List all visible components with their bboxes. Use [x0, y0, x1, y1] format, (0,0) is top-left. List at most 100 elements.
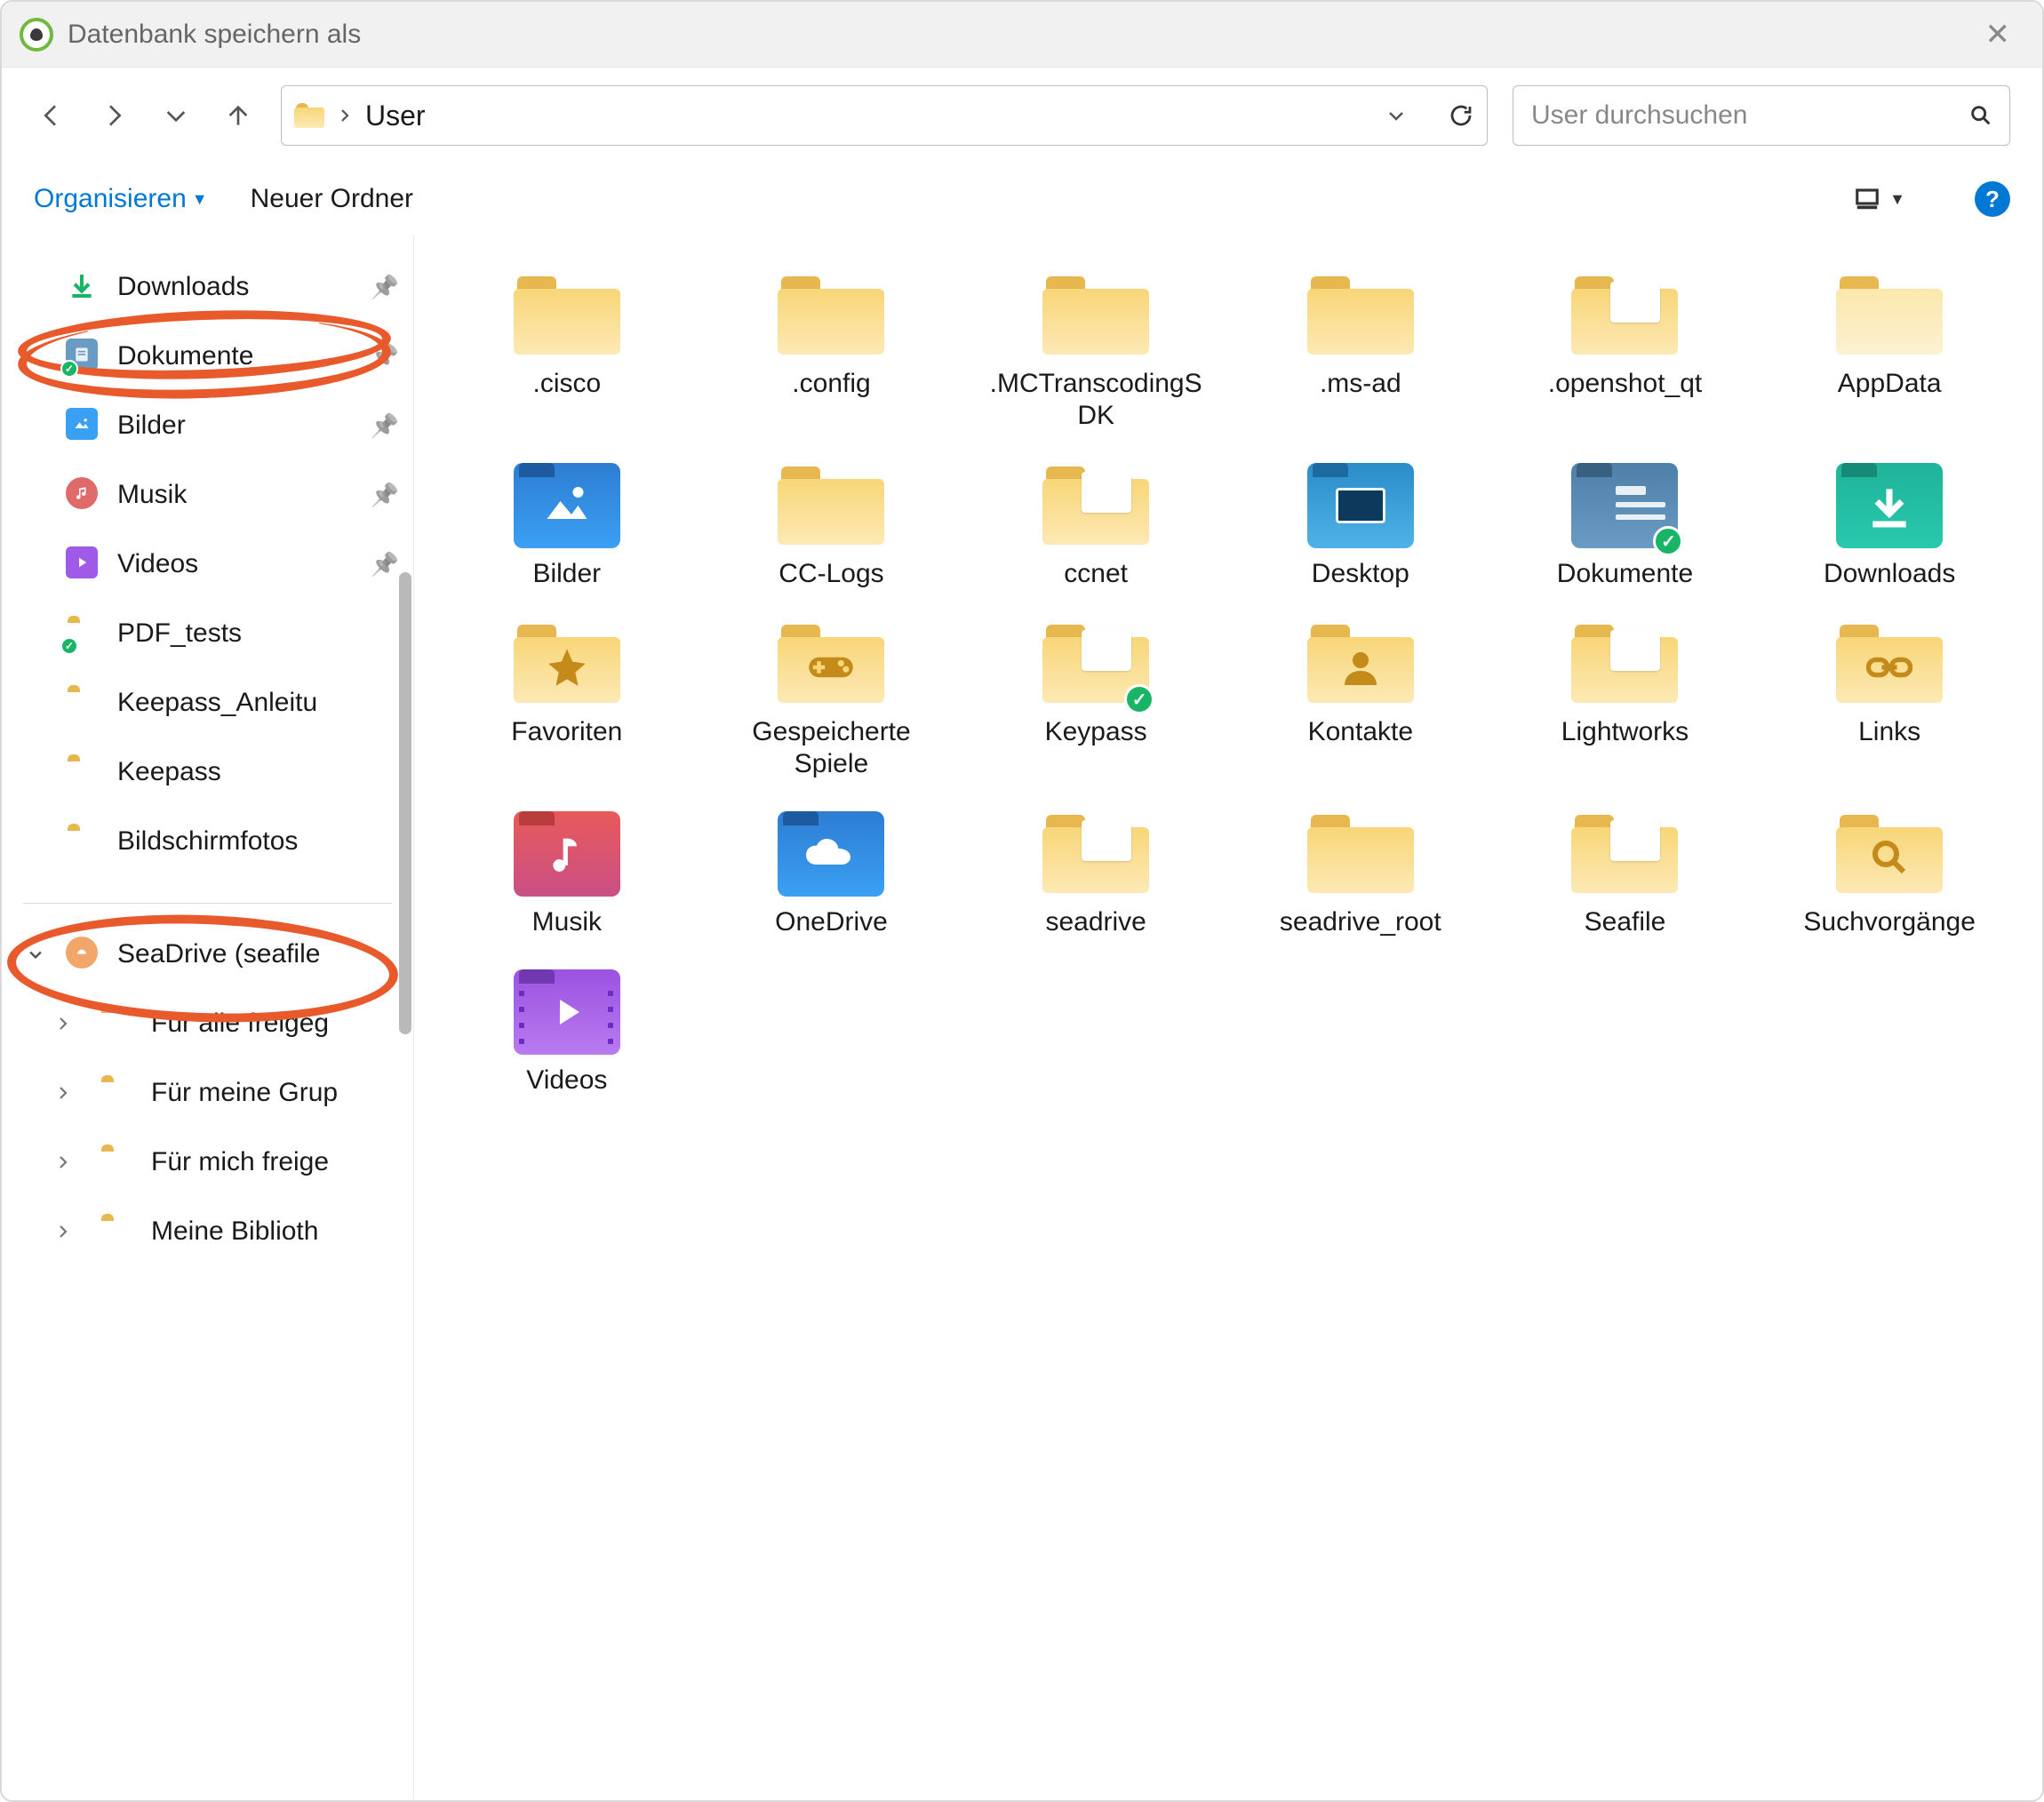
- chevron-right-icon[interactable]: [55, 1016, 71, 1032]
- file-tile-label: OneDrive: [775, 906, 888, 938]
- file-tile[interactable]: ✓Dokumente: [1505, 457, 1746, 590]
- address-dropdown-button[interactable]: [1385, 105, 1407, 126]
- sidebar-item-seadrive-child[interactable]: Für meine Grup: [2, 1058, 413, 1128]
- close-button[interactable]: ✕: [1975, 17, 2022, 52]
- file-tile[interactable]: seadrive_root: [1240, 805, 1481, 938]
- sidebar-item-musik[interactable]: Musik📌: [2, 460, 413, 530]
- save-as-dialog: Datenbank speichern als ✕ User: [0, 0, 2044, 1802]
- sidebar-item-label: Downloads: [117, 272, 249, 302]
- new-folder-button[interactable]: Neuer Ordner: [251, 184, 413, 214]
- file-tile[interactable]: Musik: [446, 805, 688, 938]
- chevron-right-icon: [337, 108, 353, 124]
- view-mode-button[interactable]: ▼: [1854, 186, 1905, 212]
- file-tile[interactable]: Links: [1769, 615, 2010, 780]
- sidebar-item-label: Dokumente: [117, 341, 253, 371]
- file-tile-label: .openshot_qt: [1548, 368, 1702, 400]
- file-tile[interactable]: OneDrive: [711, 805, 953, 938]
- sidebar-item-screenshots[interactable]: Bildschirmfotos: [2, 807, 413, 876]
- sidebar-item-dokumente[interactable]: ✓Dokumente📌: [2, 322, 413, 391]
- body: Downloads📌✓Dokumente📌Bilder📌Musik📌Videos…: [2, 235, 2042, 1800]
- sync-badge-icon: ✓: [1653, 526, 1683, 556]
- file-tile-label: Favoriten: [511, 716, 622, 748]
- organize-menu[interactable]: Organisieren ▼: [34, 184, 208, 214]
- sidebar-item-label: Für alle freigeg: [151, 1009, 329, 1039]
- sidebar-item-bilder[interactable]: Bilder 📌: [2, 391, 413, 460]
- chevron-down-icon[interactable]: [27, 945, 44, 963]
- sidebar-item-seadrive[interactable]: SeaDrive (seafile: [2, 920, 413, 989]
- file-grid: .cisco.config.MCTranscodingSDK .ms-ad .ope…: [446, 267, 2010, 1096]
- toolbar: Organisieren ▼ Neuer Ordner ▼ ?: [2, 163, 2042, 235]
- sidebar-item-videos[interactable]: Videos📌: [2, 530, 413, 599]
- sidebar-item-seadrive-child[interactable]: Für alle freigeg: [2, 989, 413, 1058]
- sidebar-item-keepass_anl[interactable]: Keepass_Anleitu: [2, 668, 413, 738]
- caret-down-icon: ▼: [1889, 190, 1905, 209]
- sidebar-item-seadrive-child[interactable]: Meine Biblioth: [2, 1197, 413, 1266]
- pin-icon: 📌: [371, 482, 399, 509]
- sidebar-item-downloads[interactable]: Downloads📌: [2, 252, 413, 322]
- folder-icon: [778, 466, 884, 545]
- caret-down-icon: ▼: [192, 190, 208, 209]
- file-tile[interactable]: Favoriten: [446, 615, 688, 780]
- gamepad-icon: [807, 651, 855, 683]
- folder-icon: [1042, 466, 1149, 545]
- file-tile-label: Downloads: [1824, 558, 1955, 590]
- folder-icon: [514, 276, 620, 355]
- file-tile-label: .ms-ad: [1320, 368, 1401, 400]
- sidebar-item-label: Keepass_Anleitu: [117, 688, 317, 718]
- help-button[interactable]: ?: [1975, 181, 2010, 217]
- link-icon: [1866, 654, 1912, 681]
- file-tile[interactable]: .config: [711, 267, 953, 432]
- sidebar-item-keepass[interactable]: Keepass: [2, 738, 413, 807]
- folder-icon: [514, 625, 620, 703]
- file-tile[interactable]: Desktop: [1240, 457, 1481, 590]
- sidebar-item-label: PDF_tests: [117, 618, 242, 649]
- sync-badge-icon: ✓: [60, 360, 78, 378]
- pictures-folder-icon: [514, 463, 620, 548]
- folder-icon: [1042, 276, 1149, 355]
- up-button[interactable]: [220, 98, 256, 133]
- file-tile[interactable]: .cisco: [446, 267, 688, 432]
- sidebar-item-label: Bildschirmfotos: [117, 826, 298, 857]
- file-tile[interactable]: Gespeicherte Spiele: [711, 615, 953, 780]
- sidebar-item-label: Meine Biblioth: [151, 1216, 318, 1247]
- file-tile[interactable]: Kontakte: [1240, 615, 1481, 780]
- scrollbar-thumb[interactable]: [399, 572, 411, 1034]
- file-tile[interactable]: Bilder: [446, 457, 688, 590]
- sidebar-item-pdf_tests[interactable]: ✓ PDF_tests: [2, 599, 413, 668]
- file-tile[interactable]: AppData: [1769, 267, 2010, 432]
- file-tile[interactable]: .MCTranscodingSDK: [975, 267, 1217, 432]
- file-tile[interactable]: Lightworks: [1505, 615, 1746, 780]
- desktop-folder-icon: [1307, 463, 1414, 548]
- chevron-right-icon[interactable]: [55, 1154, 71, 1170]
- sidebar-item-seadrive-child[interactable]: Für mich freige: [2, 1128, 413, 1197]
- forward-button[interactable]: [96, 98, 132, 133]
- search-box[interactable]: [1513, 85, 2010, 146]
- refresh-button[interactable]: [1448, 102, 1474, 129]
- folder-icon: [1307, 815, 1414, 893]
- file-tile-label: Videos: [526, 1064, 607, 1096]
- pin-icon: 📌: [371, 412, 399, 440]
- sidebar-item-label: Bilder: [117, 411, 186, 441]
- file-tile[interactable]: CC-Logs: [711, 457, 953, 590]
- file-tile[interactable]: seadrive: [975, 805, 1217, 938]
- sync-badge-icon: ✓: [60, 637, 78, 655]
- recent-locations-button[interactable]: [158, 98, 194, 133]
- chevron-right-icon[interactable]: [55, 1224, 71, 1240]
- breadcrumb-segment[interactable]: User: [365, 100, 426, 132]
- file-pane[interactable]: .cisco.config.MCTranscodingSDK .ms-ad .ope…: [414, 235, 2042, 1800]
- file-tile[interactable]: ccnet: [975, 457, 1217, 590]
- address-bar[interactable]: User: [281, 85, 1488, 146]
- videos-folder-icon: [514, 969, 620, 1055]
- folder-icon: [778, 276, 884, 355]
- file-tile[interactable]: Videos: [446, 963, 688, 1096]
- file-tile[interactable]: ✓Keypass: [975, 615, 1217, 780]
- chevron-right-icon[interactable]: [55, 1085, 71, 1101]
- file-tile[interactable]: .openshot_qt: [1505, 267, 1746, 432]
- file-tile[interactable]: Downloads: [1769, 457, 2010, 590]
- file-tile[interactable]: Suchvorgänge: [1769, 805, 2010, 938]
- file-tile[interactable]: Seafile: [1505, 805, 1746, 938]
- back-button[interactable]: [34, 98, 69, 133]
- search-input[interactable]: [1529, 100, 1968, 132]
- file-tile[interactable]: .ms-ad: [1240, 267, 1481, 432]
- nav-arrows: [34, 98, 256, 133]
